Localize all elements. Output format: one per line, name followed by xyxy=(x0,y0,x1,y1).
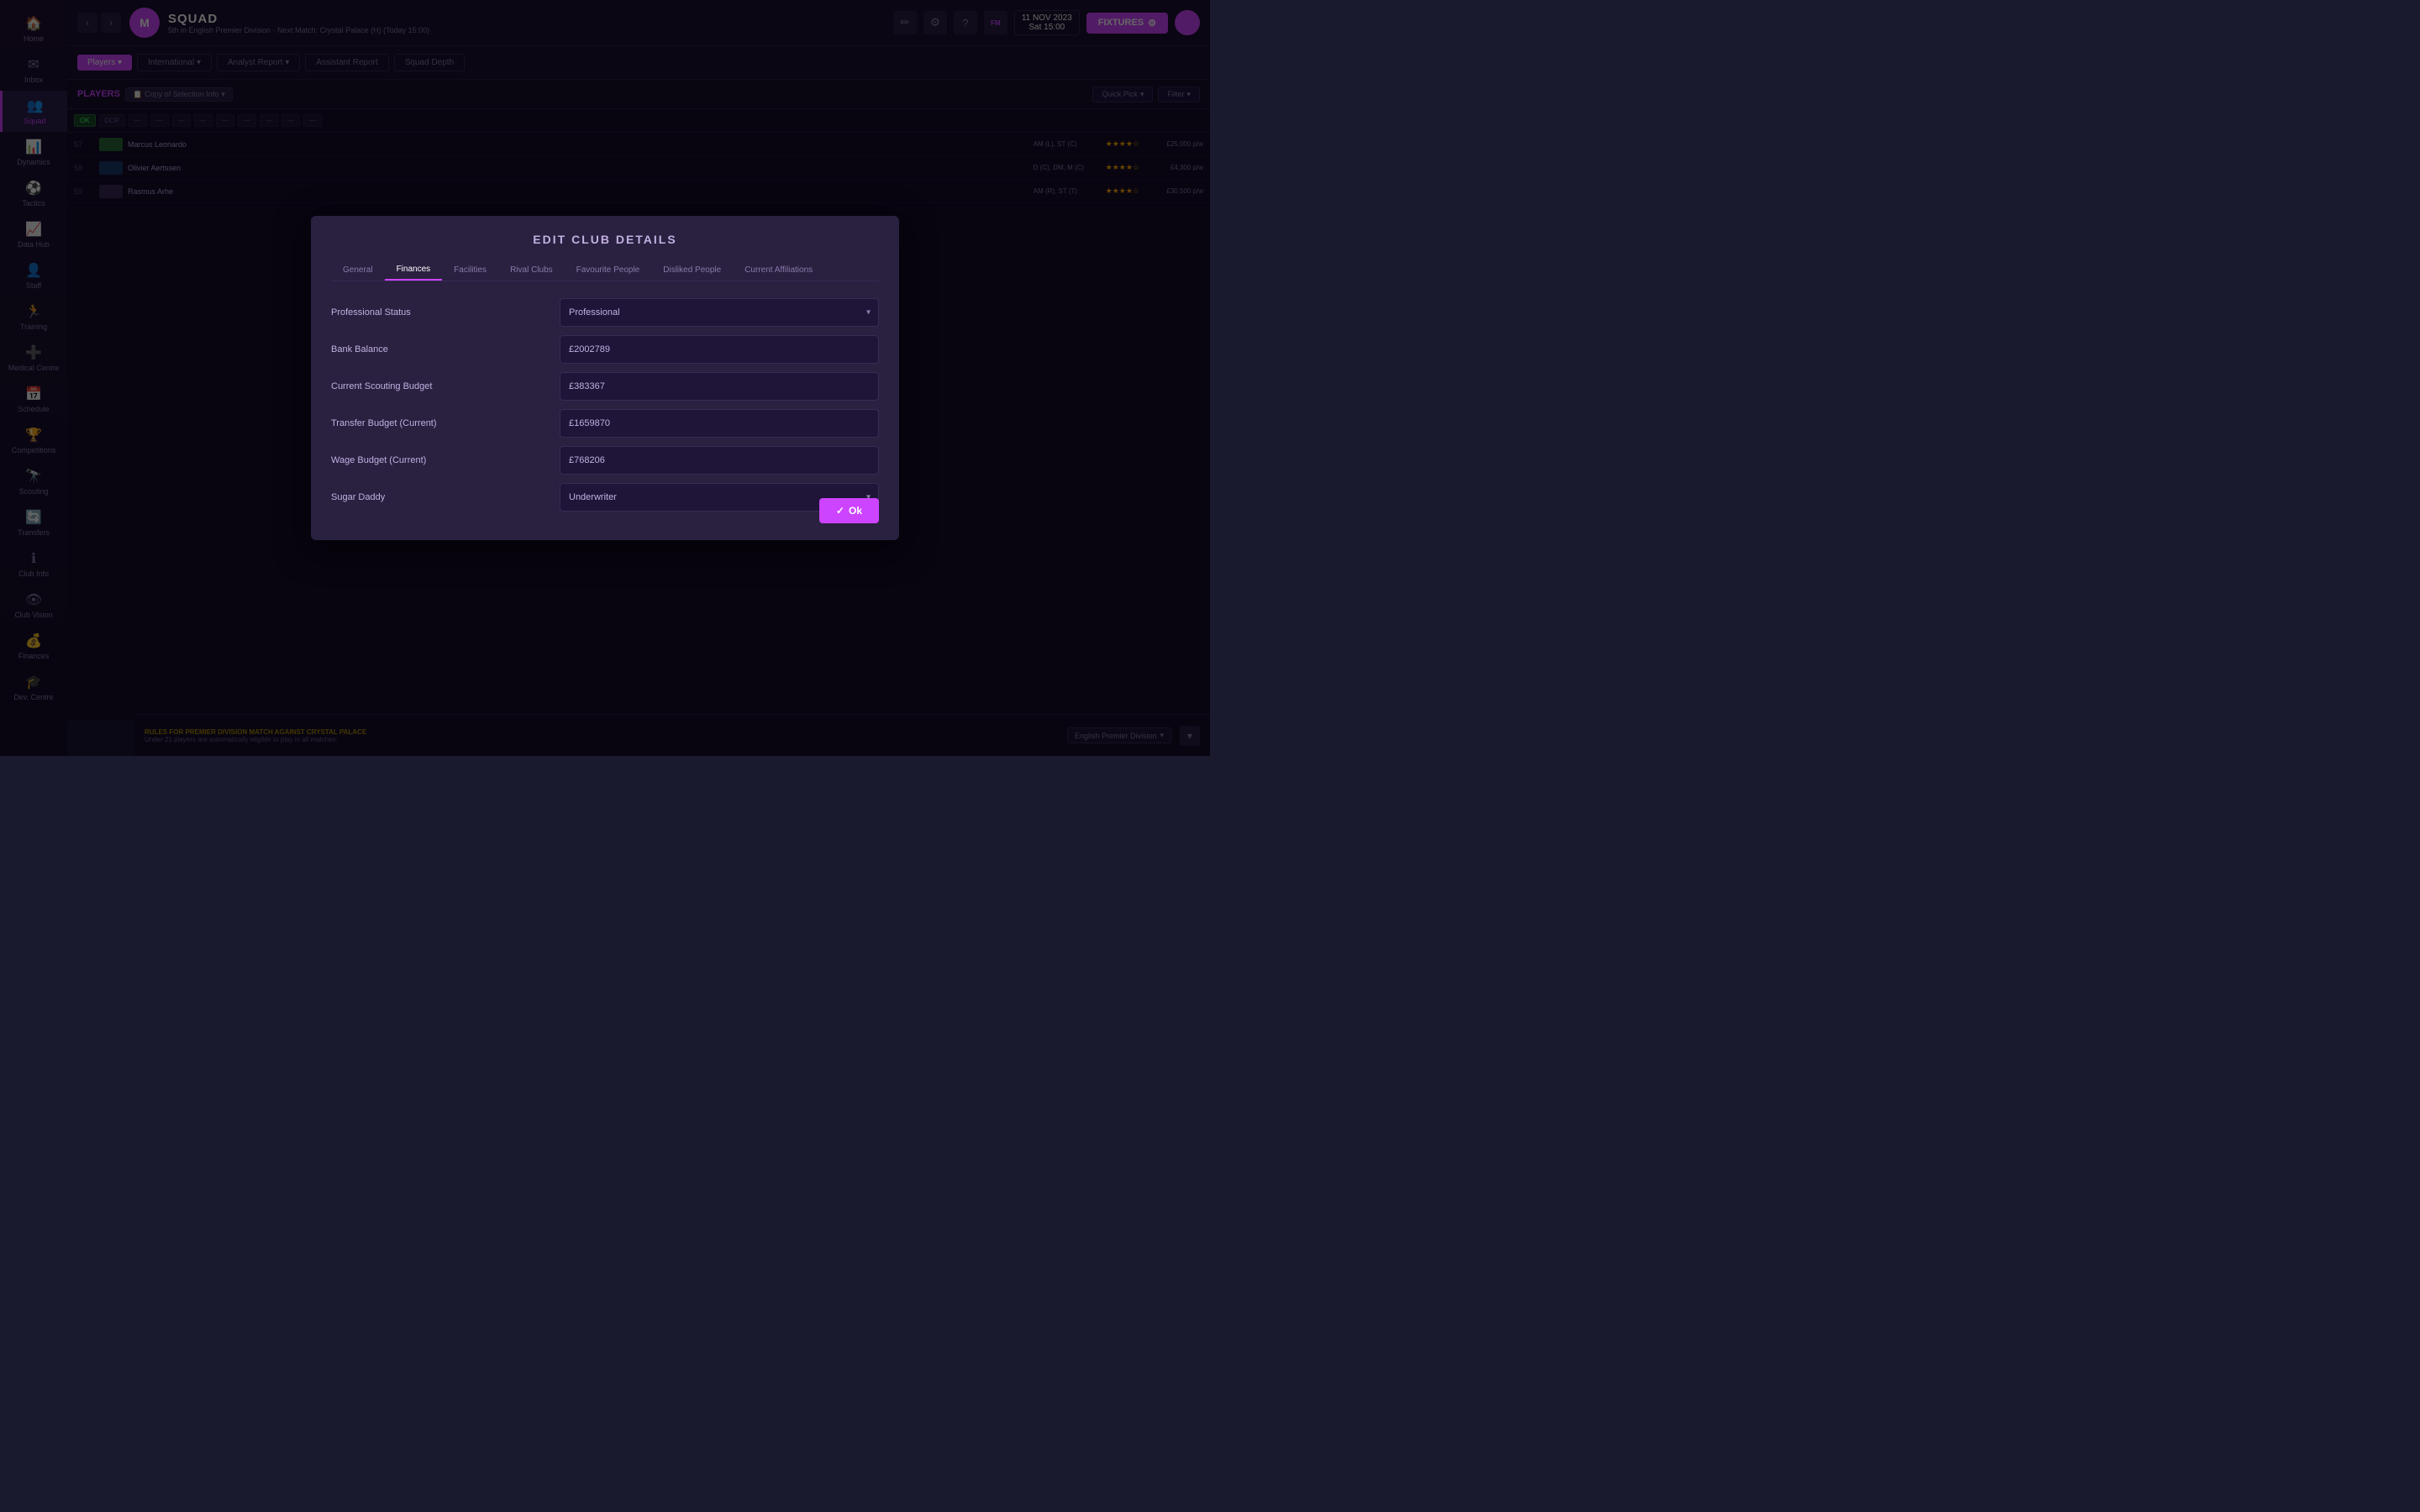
modal-tab-rival-clubs[interactable]: Rival Clubs xyxy=(498,260,565,281)
professional-status-select-wrap: Professional Semi-Professional Amateur ▾ xyxy=(560,298,879,327)
label-wage-budget: Wage Budget (Current) xyxy=(331,455,550,465)
modal-title: EDIT CLUB DETAILS xyxy=(331,233,879,246)
ok-label: Ok xyxy=(849,505,862,517)
label-sugar-daddy: Sugar Daddy xyxy=(331,492,550,502)
label-scouting-budget: Current Scouting Budget xyxy=(331,381,550,391)
transfer-budget-input[interactable] xyxy=(560,409,879,438)
modal-tab-facilities[interactable]: Facilities xyxy=(442,260,498,281)
edit-club-modal: EDIT CLUB DETAILS General Finances Facil… xyxy=(311,216,899,540)
checkmark-icon: ✓ xyxy=(836,505,844,517)
modal-tab-favourite-people[interactable]: Favourite People xyxy=(565,260,652,281)
bank-balance-input[interactable] xyxy=(560,335,879,364)
modal-overlay[interactable]: EDIT CLUB DETAILS General Finances Facil… xyxy=(0,0,1210,756)
form-row-professional-status: Professional Status Professional Semi-Pr… xyxy=(331,298,879,327)
form-row-scouting-budget: Current Scouting Budget xyxy=(331,372,879,401)
modal-tab-general[interactable]: General xyxy=(331,260,385,281)
modal-tab-disliked-people[interactable]: Disliked People xyxy=(651,260,733,281)
modal-tab-current-affiliations[interactable]: Current Affiliations xyxy=(733,260,824,281)
professional-status-select[interactable]: Professional Semi-Professional Amateur xyxy=(560,298,879,327)
modal-tab-finances[interactable]: Finances xyxy=(385,260,443,281)
label-bank-balance: Bank Balance xyxy=(331,344,550,354)
form-row-transfer-budget: Transfer Budget (Current) xyxy=(331,409,879,438)
ok-button[interactable]: ✓ Ok xyxy=(819,498,879,523)
label-professional-status: Professional Status xyxy=(331,307,550,318)
form-row-bank-balance: Bank Balance xyxy=(331,335,879,364)
modal-tabs: General Finances Facilities Rival Clubs … xyxy=(331,260,879,281)
form-row-wage-budget: Wage Budget (Current) xyxy=(331,446,879,475)
label-transfer-budget: Transfer Budget (Current) xyxy=(331,418,550,428)
form-row-sugar-daddy: Sugar Daddy Underwriter Benefactor None … xyxy=(331,483,879,512)
wage-budget-input[interactable] xyxy=(560,446,879,475)
scouting-budget-input[interactable] xyxy=(560,372,879,401)
